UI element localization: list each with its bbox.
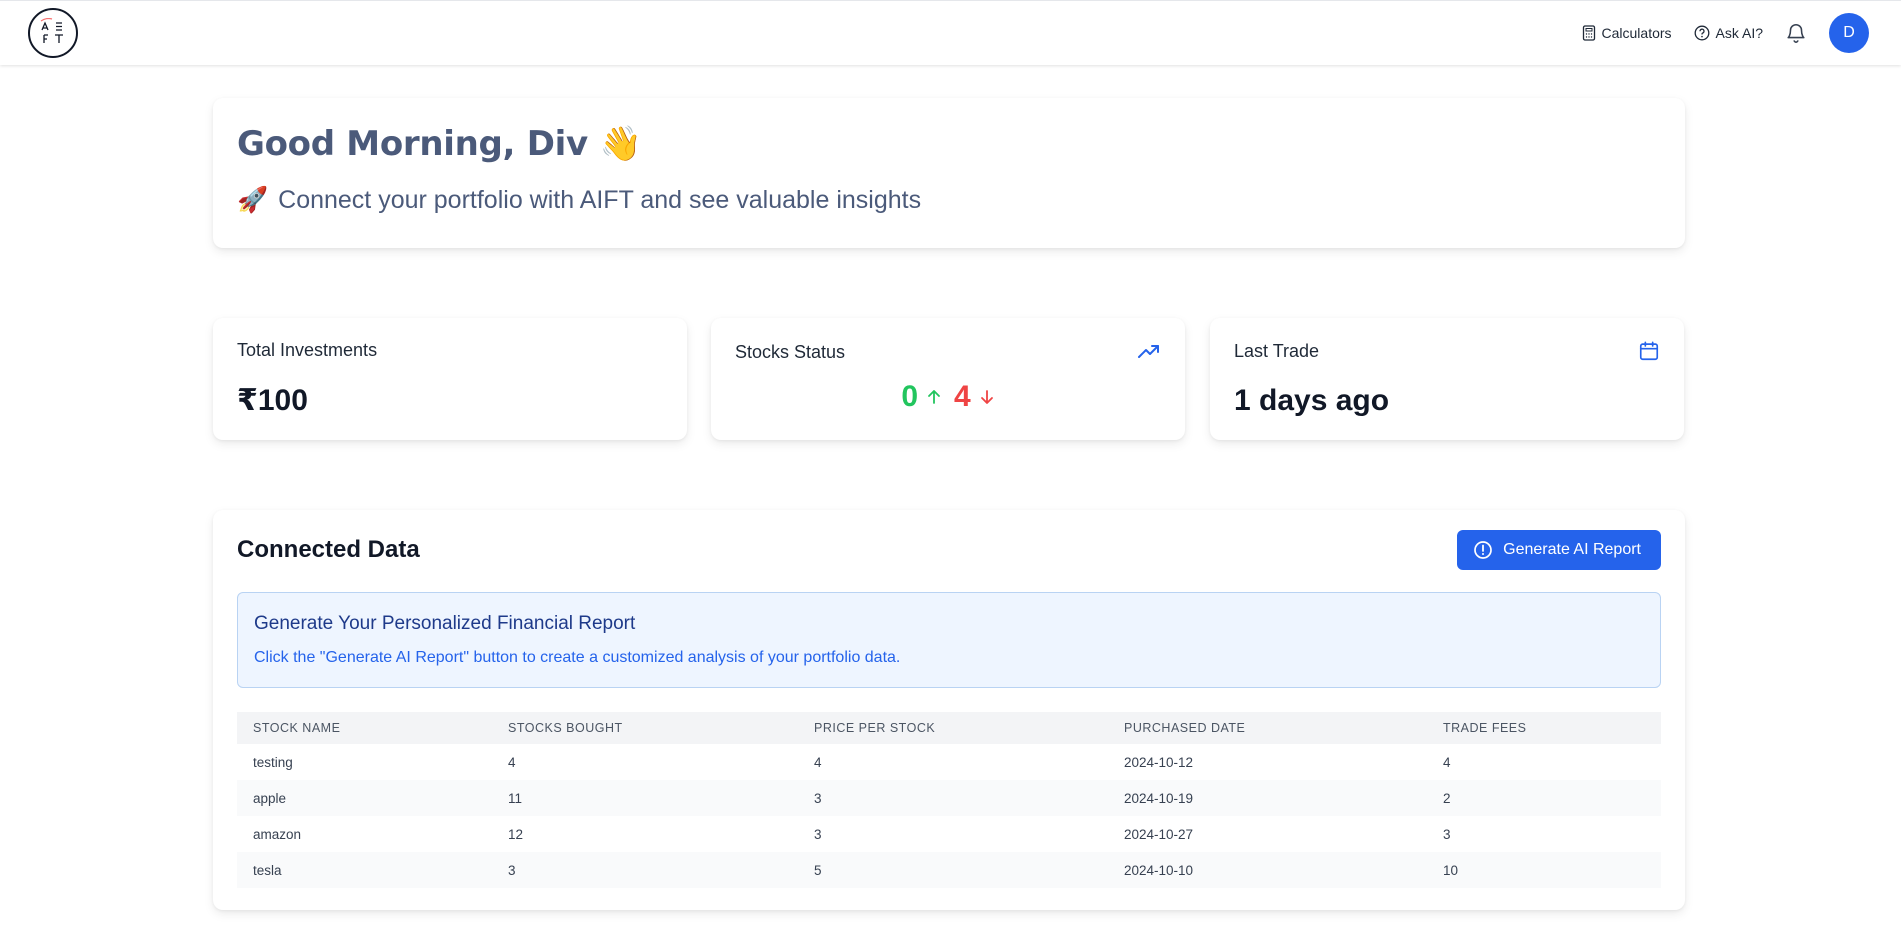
calculator-icon <box>1582 25 1595 41</box>
cell-purchased-date: 2024-10-27 <box>1124 826 1194 842</box>
generate-ai-report-label: Generate AI Report <box>1503 541 1641 558</box>
stocks-down: 4 <box>954 380 995 414</box>
stocks-up-count: 0 <box>901 380 918 413</box>
cell-price-per-stock: 3 <box>814 790 822 806</box>
stocks-down-count: 4 <box>954 380 971 413</box>
notifications-button[interactable] <box>1785 22 1807 44</box>
greeting-heading: Good Morning, Div 👋 <box>237 124 1661 164</box>
cell-price-per-stock: 4 <box>814 754 822 770</box>
cell-purchased-date: 2024-10-12 <box>1124 754 1194 770</box>
aift-logo[interactable] <box>28 8 78 58</box>
help-circle-icon <box>1694 25 1709 41</box>
col-purchased-date: PURCHASED DATE <box>1124 721 1246 735</box>
welcome-subtitle: 🚀 Connect your portfolio with AIFT and s… <box>237 186 1661 215</box>
report-info-box: Generate Your Personalized Financial Rep… <box>237 592 1661 688</box>
alert-circle-icon <box>1474 541 1492 559</box>
stocks-status-label: Stocks Status <box>735 341 846 362</box>
last-trade-card: Last Trade 1 days ago <box>1210 318 1684 440</box>
waving-hand-icon: 👋 <box>599 124 642 164</box>
table-row: amazon 12 3 2024-10-27 3 <box>237 816 1661 852</box>
stocks-up: 0 <box>901 380 942 414</box>
connected-data-title: Connected Data <box>237 536 420 563</box>
rocket-icon: 🚀 <box>237 186 269 214</box>
cell-stocks-bought: 3 <box>508 862 516 878</box>
report-info-title: Generate Your Personalized Financial Rep… <box>254 613 636 634</box>
trending-up-icon <box>1138 345 1159 358</box>
cell-stocks-bought: 11 <box>508 790 523 806</box>
calculators-label: Calculators <box>1601 25 1672 41</box>
subtitle-text: Connect your portfolio with AIFT and see… <box>278 186 922 214</box>
cell-purchased-date: 2024-10-19 <box>1124 790 1194 806</box>
cell-stock-name: testing <box>253 754 293 770</box>
cell-stock-name: amazon <box>253 826 302 842</box>
col-stocks-bought: STOCKS BOUGHT <box>508 721 623 735</box>
arrow-down-icon <box>980 390 993 404</box>
cell-stocks-bought: 4 <box>508 754 516 770</box>
total-investments-label: Total Investments <box>237 340 378 360</box>
arrow-up-icon <box>928 390 940 404</box>
col-stock-name: STOCK NAME <box>253 721 341 735</box>
last-trade-label: Last Trade <box>1234 340 1320 361</box>
table-header-row: STOCK NAME STOCKS BOUGHT PRICE PER STOCK… <box>237 712 1661 744</box>
stocks-status-card: Stocks Status 0 4 <box>711 318 1185 440</box>
cell-stock-name: apple <box>253 790 287 806</box>
total-investments-card: Total Investments ₹100 <box>213 318 687 440</box>
ask-ai-link[interactable]: Ask AI? <box>1694 25 1763 41</box>
cell-trade-fees: 3 <box>1443 826 1451 842</box>
connected-data-card: Connected Data Generate AI Report Genera… <box>213 510 1685 910</box>
ask-ai-label: Ask AI? <box>1715 25 1763 41</box>
col-trade-fees: TRADE FEES <box>1443 721 1527 735</box>
report-info-description: Click the "Generate AI Report" button to… <box>254 649 901 666</box>
stocks-status-values: 0 4 <box>735 380 1161 414</box>
welcome-card: Good Morning, Div 👋 🚀 Connect your portf… <box>213 98 1685 248</box>
generate-ai-report-button[interactable]: Generate AI Report <box>1457 530 1661 570</box>
table-row: apple 11 3 2024-10-19 2 <box>237 780 1661 816</box>
cell-purchased-date: 2024-10-10 <box>1124 862 1194 878</box>
cell-trade-fees: 2 <box>1443 790 1451 806</box>
cell-trade-fees: 4 <box>1443 754 1451 770</box>
calculators-link[interactable]: Calculators <box>1582 25 1672 41</box>
cell-price-per-stock: 3 <box>814 826 822 842</box>
cell-stock-name: tesla <box>253 862 282 878</box>
top-navbar: Calculators Ask AI? D <box>0 0 1901 65</box>
total-investments-value: ₹100 <box>237 384 308 417</box>
portfolio-table: STOCK NAME STOCKS BOUGHT PRICE PER STOCK… <box>237 712 1661 888</box>
last-trade-value: 1 days ago <box>1234 384 1390 417</box>
cell-stocks-bought: 12 <box>508 826 524 842</box>
col-price-per-stock: PRICE PER STOCK <box>814 721 936 735</box>
greeting-text: Good Morning, Div <box>237 124 588 164</box>
user-avatar[interactable]: D <box>1829 13 1869 53</box>
calendar-icon <box>1639 341 1659 361</box>
bell-icon <box>1787 24 1805 43</box>
table-row: tesla 3 5 2024-10-10 10 <box>237 852 1661 888</box>
logo-mark <box>40 18 63 43</box>
cell-trade-fees: 10 <box>1443 862 1459 878</box>
table-row: testing 4 4 2024-10-12 4 <box>237 744 1661 780</box>
cell-price-per-stock: 5 <box>814 862 822 878</box>
